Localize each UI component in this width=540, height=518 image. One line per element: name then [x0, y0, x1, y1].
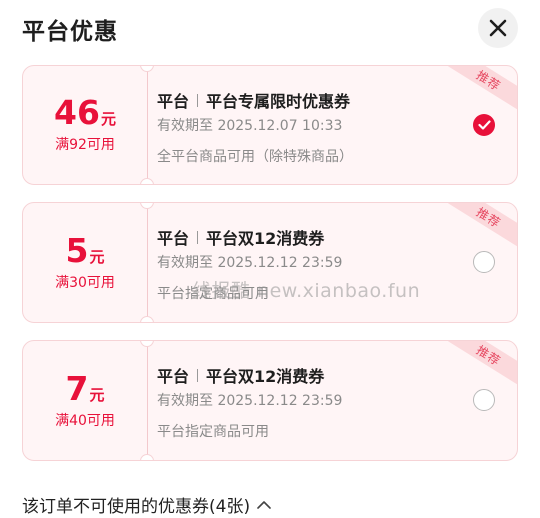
page-title: 平台优惠 [22, 19, 118, 45]
coupon-notch [140, 454, 154, 460]
unavailable-coupons-toggle[interactable]: 该订单不可使用的优惠券(4张) [22, 492, 272, 517]
coupon-amount-unit: 元 [89, 385, 105, 404]
coupon-name: 平台双12消费券 [206, 229, 325, 248]
coupon-select-radio[interactable] [473, 114, 495, 136]
coupon-tag-separator [197, 93, 199, 107]
coupon-condition: 满30可用 [55, 274, 115, 291]
coupon-amount-area: 5 元 满30可用 [23, 203, 147, 322]
coupon-condition: 满40可用 [55, 412, 115, 429]
coupon-expiry: 有效期至 2025.12.12 23:59 [157, 255, 343, 271]
coupon-amount: 5 [65, 230, 89, 270]
coupon-amount-area: 7 元 满40可用 [23, 341, 147, 460]
coupon-notch [140, 178, 154, 184]
close-button[interactable] [478, 8, 518, 48]
unavailable-coupons-label: 该订单不可使用的优惠券(4张) [22, 497, 251, 517]
coupon-card[interactable]: 7 元 满40可用 平台 平台双12消费券 有效期至 2025.12.12 23… [22, 340, 518, 461]
coupon-amount: 46 [54, 93, 100, 132]
coupon-card[interactable]: 46 元 满92可用 平台 平台专属限时优惠券 有效期至 2025.12.07 … [22, 65, 518, 185]
check-icon [477, 120, 491, 130]
coupon-select-radio[interactable] [473, 251, 495, 273]
recommend-badge: 推荐 [448, 66, 517, 111]
chevron-up-icon [257, 500, 271, 509]
coupon-name: 平台双12消费券 [206, 367, 325, 386]
coupon-scope: 平台指定商品可用 [157, 424, 269, 440]
recommend-badge-label: 推荐 [473, 67, 504, 94]
coupon-amount-area: 46 元 满92可用 [23, 66, 147, 184]
coupon-select-radio[interactable] [473, 389, 495, 411]
coupon-amount-unit: 元 [100, 110, 116, 128]
close-icon [489, 19, 507, 37]
recommend-badge: 推荐 [448, 341, 517, 386]
coupon-amount-unit: 元 [89, 247, 105, 266]
coupon-notch [140, 316, 154, 322]
recommend-badge-label: 推荐 [473, 342, 504, 369]
coupon-tag-separator [197, 368, 199, 382]
coupon-tag: 平台 [157, 92, 190, 111]
coupon-condition: 满92可用 [55, 137, 115, 153]
recommend-badge: 推荐 [448, 203, 517, 248]
coupon-divider [147, 203, 148, 322]
coupon-expiry: 有效期至 2025.12.12 23:59 [157, 393, 343, 409]
coupon-scope: 平台指定商品可用 [157, 286, 269, 302]
coupon-expiry: 有效期至 2025.12.07 10:33 [157, 118, 343, 134]
coupon-tag-separator [197, 230, 199, 244]
coupon-divider [147, 66, 148, 184]
coupon-tag: 平台 [157, 367, 190, 386]
coupon-divider [147, 341, 148, 460]
coupon-amount: 7 [65, 368, 89, 408]
coupon-name: 平台专属限时优惠券 [206, 92, 351, 111]
coupon-scope: 全平台商品可用（除特殊商品） [157, 149, 353, 165]
coupon-tag: 平台 [157, 229, 190, 248]
recommend-badge-label: 推荐 [473, 204, 504, 231]
coupon-card[interactable]: 5 元 满30可用 平台 平台双12消费券 有效期至 2025.12.12 23… [22, 202, 518, 323]
